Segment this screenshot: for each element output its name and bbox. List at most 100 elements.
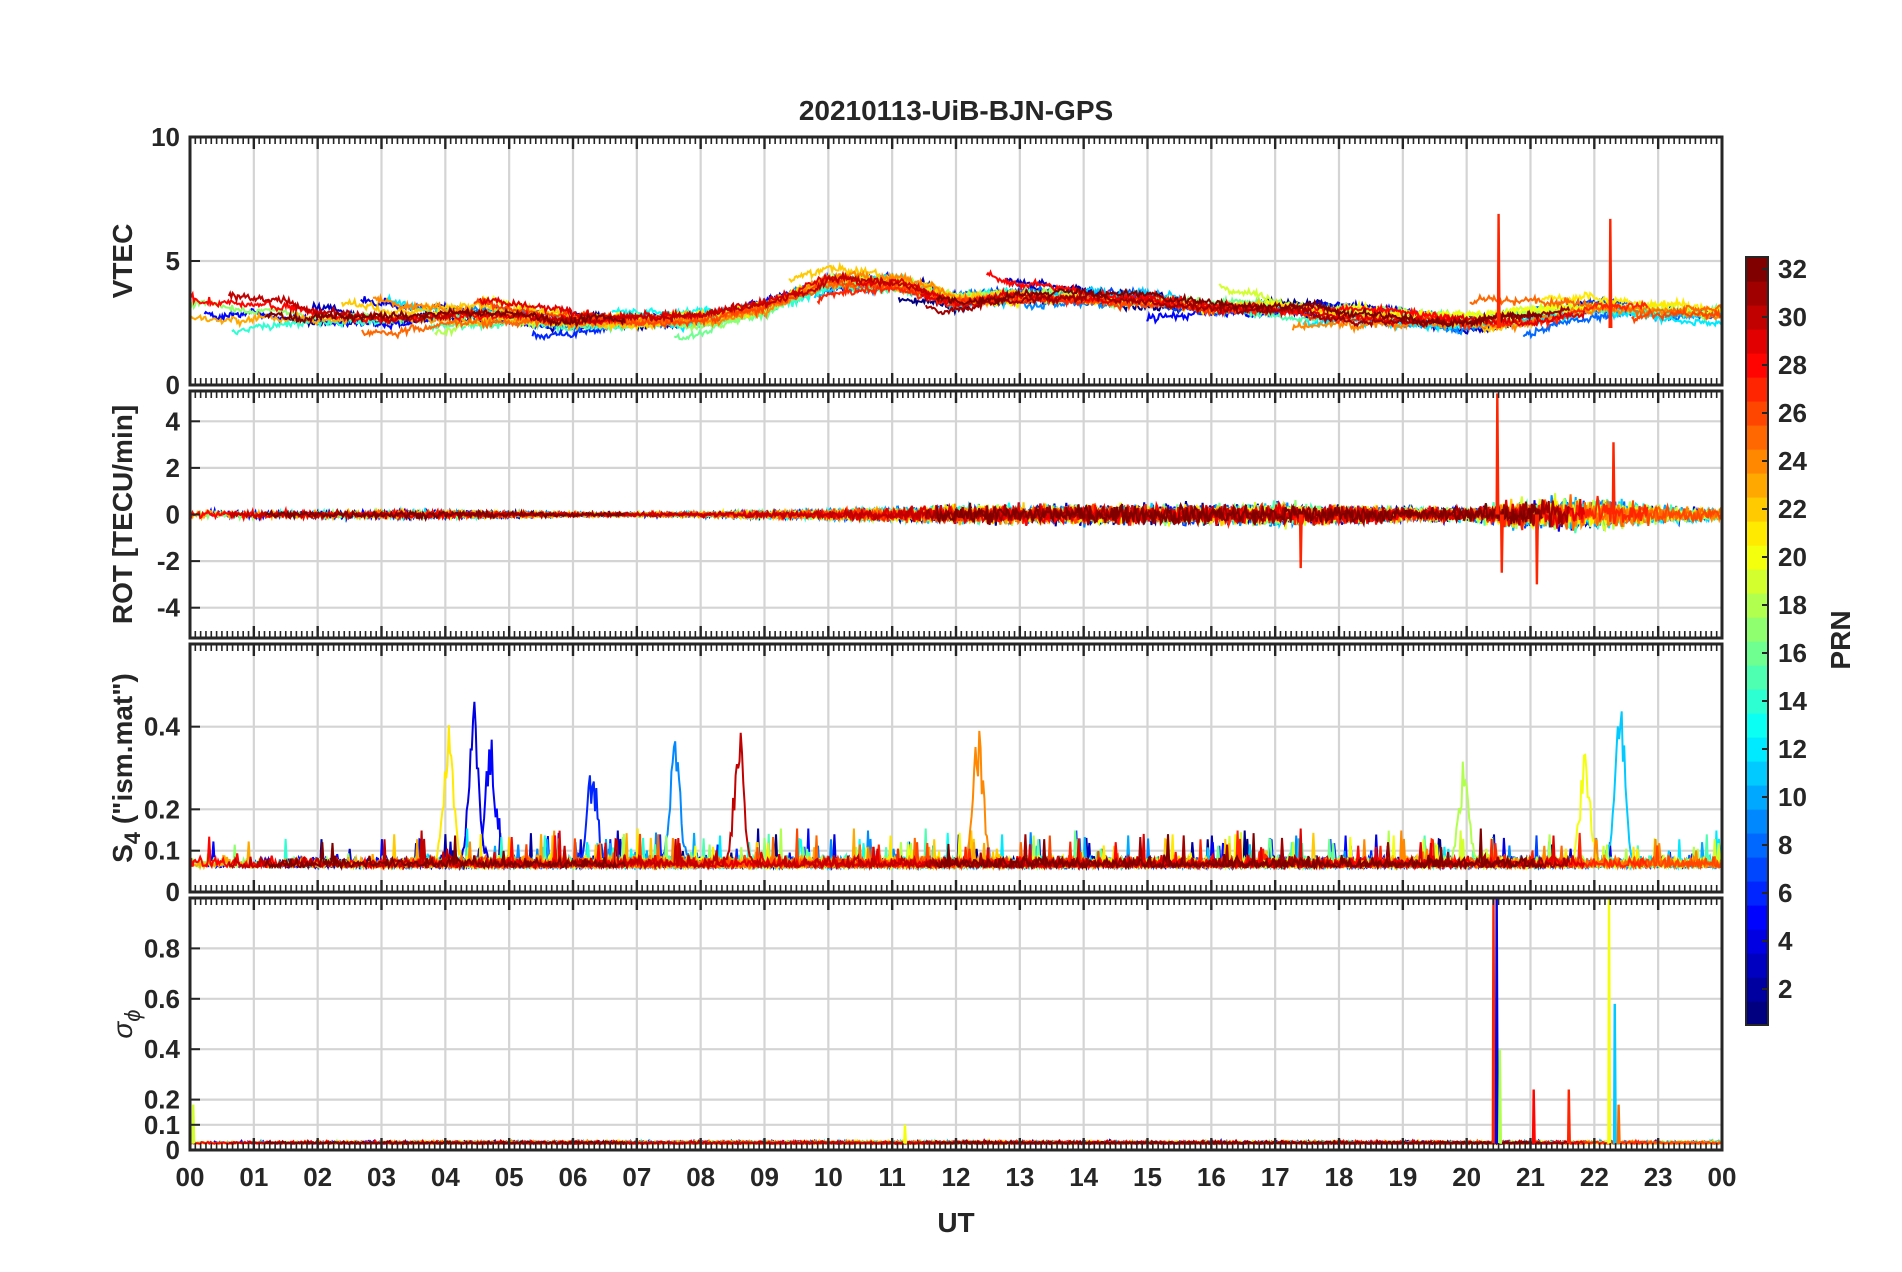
colorbar: 2468101214161820222426283032 [1745,254,1807,1026]
x-tick-label: 18 [1325,1162,1354,1192]
colorbar-tick-label: 26 [1778,398,1807,428]
x-tick-label: 15 [1133,1162,1162,1192]
colorbar-swatch [1746,425,1768,450]
colorbar-tick-label: 18 [1778,590,1807,620]
spike-mark-1 [1499,514,1504,573]
colorbar-tick-label: 16 [1778,638,1807,668]
x-tick-label: 10 [814,1162,843,1192]
colorbar-tick-label: 10 [1778,782,1807,812]
y-tick-label: 0 [166,877,180,907]
y-tick-label: 0 [166,370,180,400]
x-tick-label: 13 [1005,1162,1034,1192]
spike-mark-9 [1616,1104,1621,1144]
colorbar-tick-label: 4 [1778,926,1793,956]
spike-mark-4 [1298,514,1303,569]
x-tick-label: 03 [367,1162,396,1192]
y-tick-label: 0.2 [144,794,180,824]
spike-mark-0 [1495,393,1500,515]
colorbar-swatch [1746,665,1768,690]
spike-mark-7 [1607,898,1612,1144]
x-tick-label: 08 [686,1162,715,1192]
x-tick-label: 14 [1069,1162,1098,1192]
y-tick-label: 4 [166,406,181,436]
spike-mark-1 [1608,218,1613,328]
colorbar-tick-label: 24 [1778,446,1807,476]
panel-vtec: 0 5 10 VTEC [107,122,1724,400]
colorbar-swatch [1746,713,1768,738]
colorbar-swatch [1746,377,1768,402]
colorbar-swatch [1746,569,1768,594]
colorbar-tick-label: 32 [1778,254,1807,284]
panel-rot: -4 -2 0 2 4 ROT [TECU/min] [107,389,1724,640]
x-tick-label: 00 [176,1162,205,1192]
colorbar-tick-label: 28 [1778,350,1807,380]
panel-sigma_phi: 00.10.20.40.60.8σϕ00 01 02 03 04 05 06 07 08 09 10… [107,896,1737,1192]
y-tick-label: 0.4 [144,1034,181,1064]
x-tick-label: 22 [1580,1162,1609,1192]
x-tick-label: 05 [495,1162,524,1192]
colorbar-tick-label: 14 [1778,686,1807,716]
x-tick-label: 12 [942,1162,971,1192]
y-tick-label: 0.6 [144,984,180,1014]
y-axis-title-sigma_phi: σϕ [107,1009,145,1038]
x-axis-title: UT [937,1207,974,1238]
y-tick-label: 10 [151,122,180,152]
spike-mark-1 [903,1124,908,1144]
x-tick-label: 09 [750,1162,779,1192]
x-tick-label: 02 [303,1162,332,1192]
colorbar-swatch [1746,857,1768,882]
colorbar-tick-label: 12 [1778,734,1807,764]
y-axis-title-main: ROT [TECU/min] [107,405,138,624]
colorbar-tick-label: 20 [1778,542,1807,572]
y-tick-label: 5 [166,246,180,276]
y-tick-label: -4 [157,593,181,623]
spike-mark-6 [1566,1089,1571,1144]
x-tick-label: 21 [1516,1162,1545,1192]
x-tick-label: 19 [1388,1162,1417,1192]
y-tick-label: 0.4 [144,712,181,742]
colorbar-swatch [1746,617,1768,642]
spike-mark-8 [1612,1003,1617,1144]
spike-mark-3 [1494,898,1499,1144]
y-axis-title-rot: ROT [TECU/min] [107,405,138,624]
colorbar-swatch [1746,761,1768,786]
x-tick-label: 06 [559,1162,588,1192]
spike-mark-5 [1531,1089,1536,1144]
spike-mark-2 [1491,898,1496,1144]
y-tick-label: 0 [166,500,180,530]
colorbar-title: PRN [1825,610,1856,669]
x-tick-label: 20 [1452,1162,1481,1192]
spike-mark-0 [1496,213,1501,328]
y-tick-label: 0.8 [144,933,180,963]
colorbar-tick-label: 22 [1778,494,1807,524]
x-tick-label: 00 [1708,1162,1737,1192]
x-tick-label: 04 [431,1162,460,1192]
y-tick-label: 0.2 [144,1085,180,1115]
y-axis-title-main: VTEC [107,224,138,299]
colorbar-swatch [1746,473,1768,498]
y-axis-title-subscript: ϕ [120,1009,145,1021]
x-tick-label: 16 [1197,1162,1226,1192]
colorbar-swatch [1746,809,1768,834]
chart-figure: 20210113-UiB-BJN-GPS 0510VTEC-4-2024ROT … [107,95,1856,1238]
y-axis-title-suffix: ("ism.mat") [107,673,138,832]
y-tick-label: -2 [157,546,180,576]
y-axis-title-s4: S4 ("ism.mat") [107,673,145,863]
x-tick-label: 17 [1261,1162,1290,1192]
y-tick-label: 2 [166,453,180,483]
y-axis-title-main: σ [107,1021,138,1039]
x-tick-label: 07 [622,1162,651,1192]
colorbar-swatch [1746,905,1768,930]
spike-mark-2 [1535,514,1540,585]
x-tick-label: 23 [1644,1162,1673,1192]
panels-layer: 0510VTEC-4-2024ROT [TECU/min]00.10.20.4S… [107,122,1736,1192]
x-tick-label: 11 [878,1162,906,1192]
spike-mark-4 [1498,1049,1503,1144]
colorbar-swatch [1746,281,1768,306]
colorbar-tick-label: 6 [1778,878,1792,908]
spike-mark-3 [1611,442,1616,515]
y-axis-title-main: S [107,844,138,863]
chart-title: 20210113-UiB-BJN-GPS [799,95,1113,126]
x-tick-label: 01 [239,1162,268,1192]
colorbar-swatch [1746,329,1768,354]
